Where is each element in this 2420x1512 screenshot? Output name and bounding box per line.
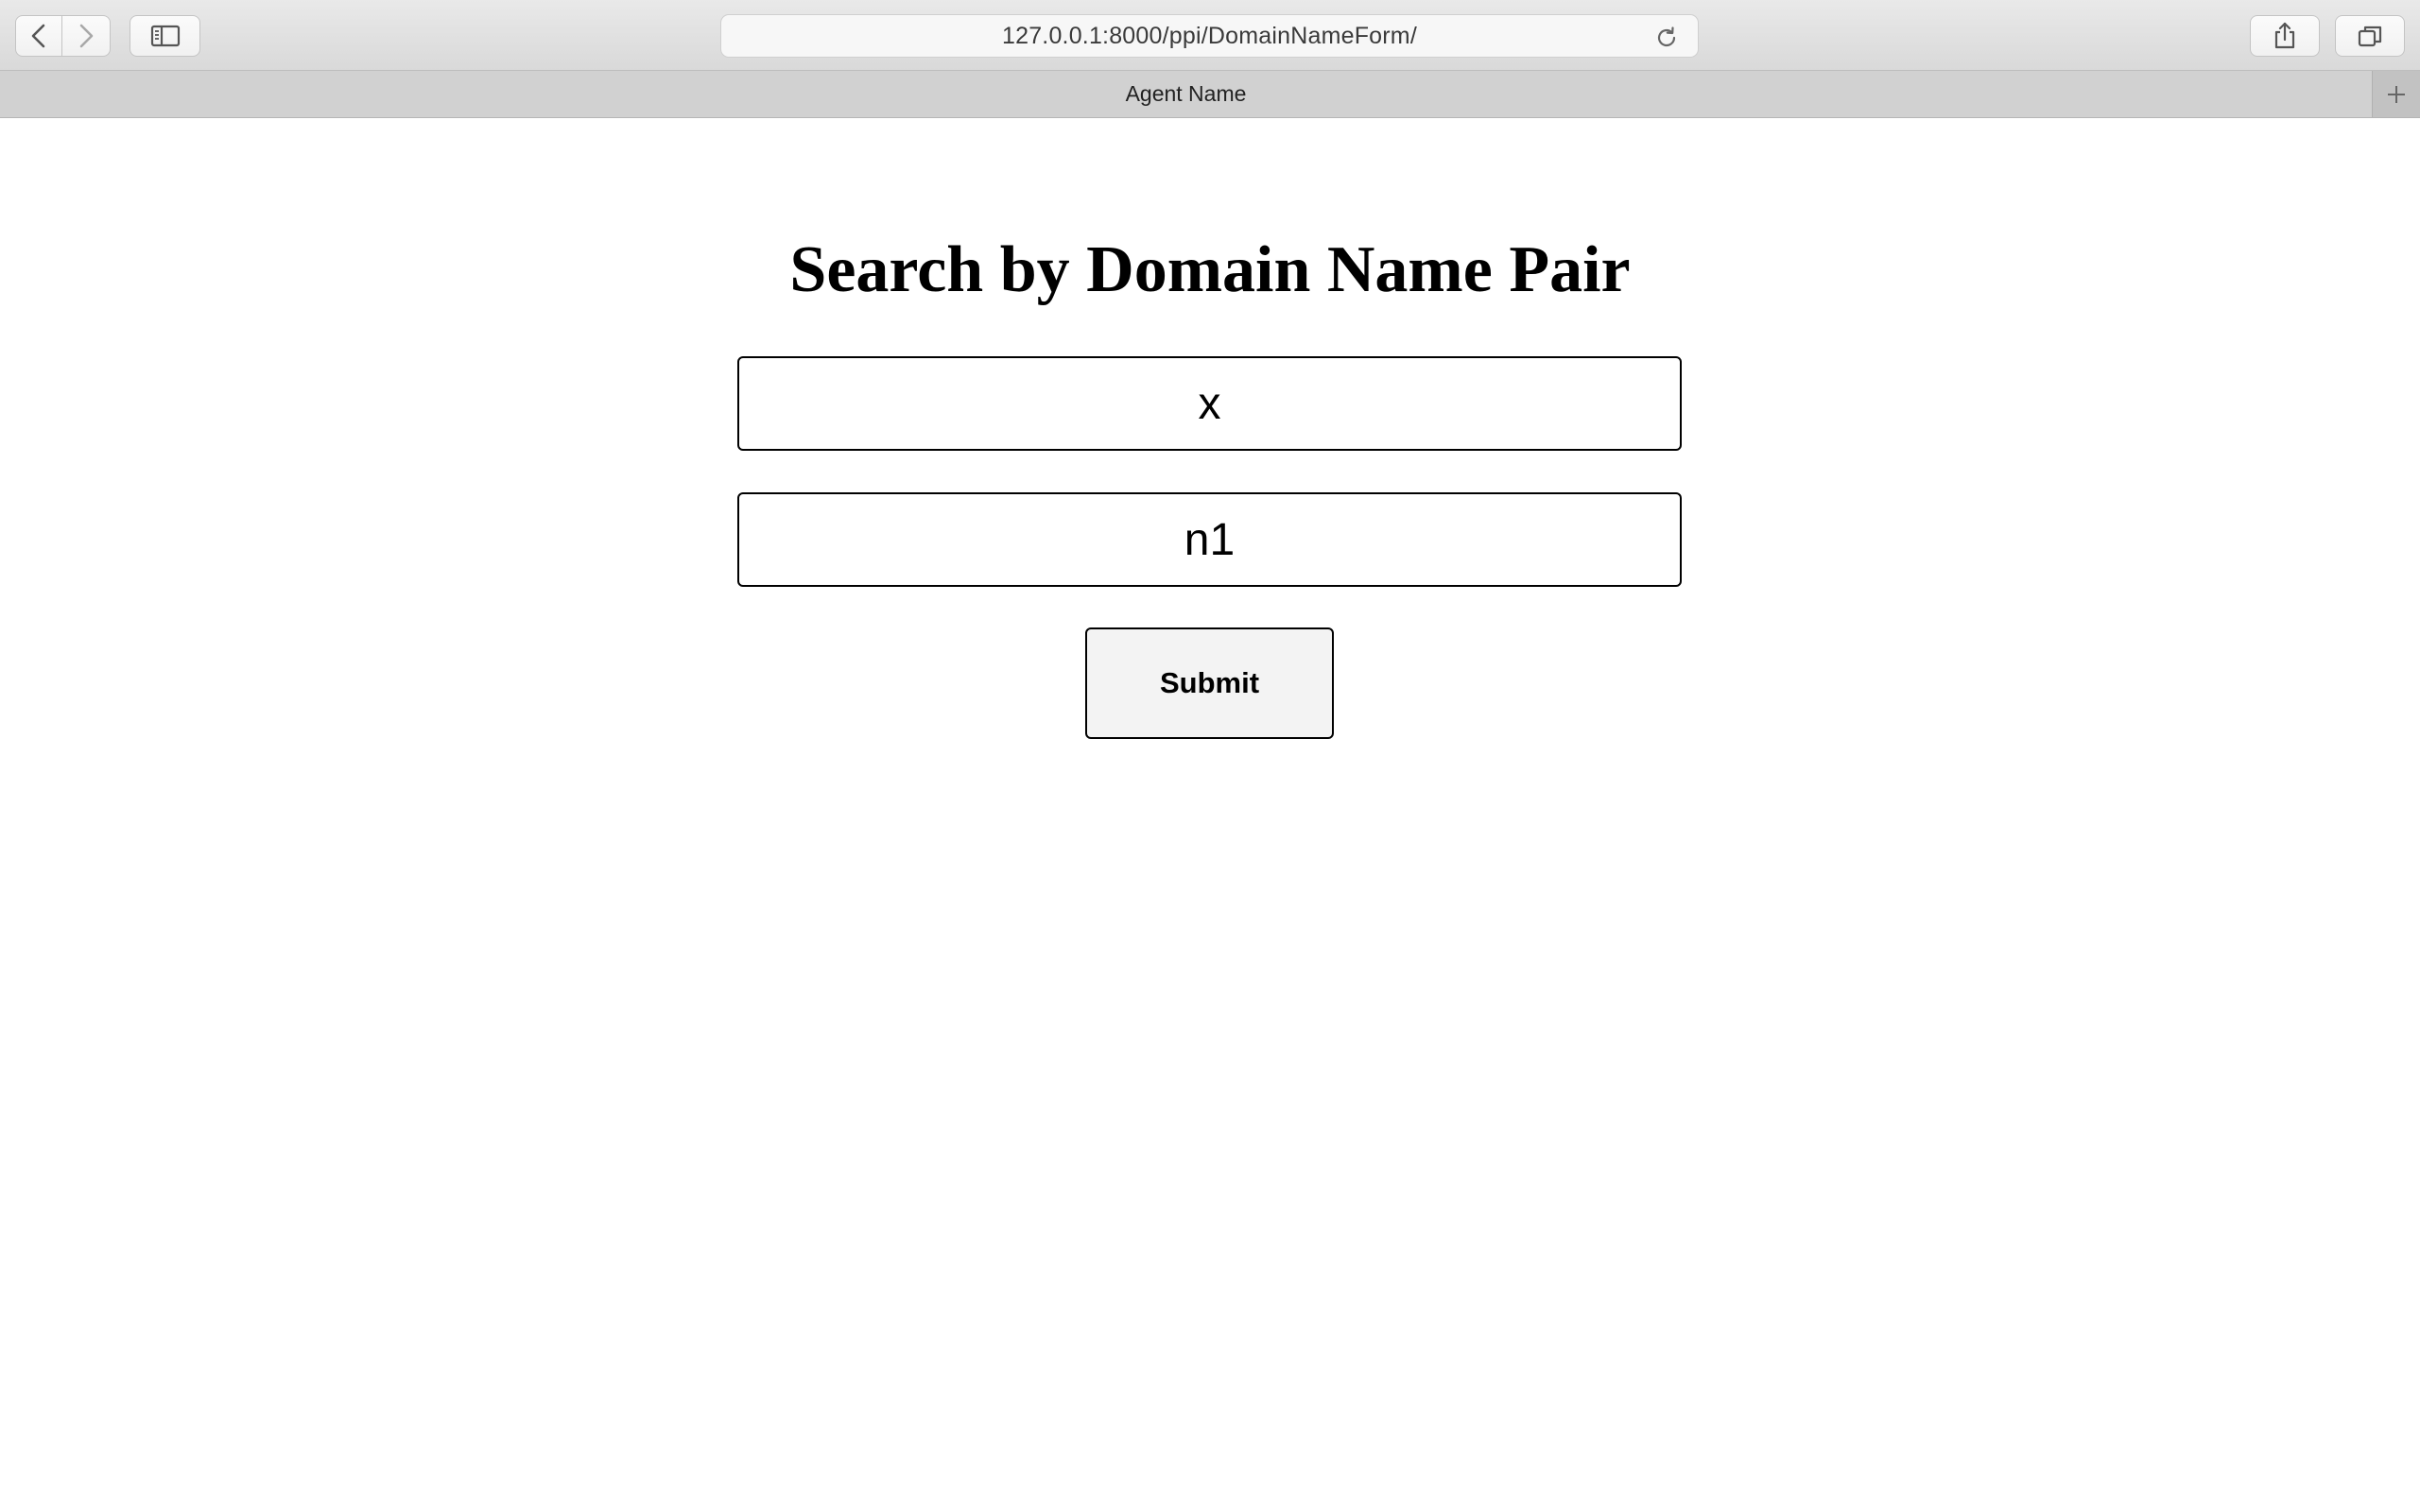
address-bar[interactable]: 127.0.0.1:8000/ppi/DomainNameForm/ — [720, 14, 1699, 58]
url-text: 127.0.0.1:8000/ppi/DomainNameForm/ — [1002, 22, 1417, 49]
plus-icon — [2388, 85, 2405, 103]
back-button[interactable] — [15, 15, 62, 57]
chevron-left-icon — [31, 24, 45, 48]
tab-title-text: Agent Name — [1125, 81, 1247, 106]
page-title: Search by Domain Name Pair — [789, 233, 1631, 306]
sidebar-button[interactable] — [130, 15, 200, 57]
page-content: Search by Domain Name Pair Submit — [0, 119, 2420, 1512]
tabs-overview-button[interactable] — [2335, 15, 2405, 57]
share-icon — [2274, 22, 2295, 49]
domain-name-input-2[interactable] — [737, 492, 1682, 587]
share-button[interactable] — [2250, 15, 2320, 57]
submit-button[interactable]: Submit — [1085, 627, 1334, 739]
reload-icon — [1657, 26, 1676, 47]
sidebar-icon — [150, 25, 180, 47]
domain-name-input-1[interactable] — [737, 356, 1682, 451]
tab-active[interactable]: Agent Name — [0, 71, 2372, 117]
tab-strip: Agent Name — [0, 71, 2420, 118]
chevron-right-icon — [79, 24, 94, 48]
new-tab-button[interactable] — [2372, 71, 2420, 117]
tabs-overview-icon — [2358, 26, 2382, 47]
browser-toolbar: 127.0.0.1:8000/ppi/DomainNameForm/ — [0, 0, 2420, 71]
forward-button[interactable] — [62, 15, 111, 57]
reload-button[interactable] — [1654, 26, 1679, 55]
